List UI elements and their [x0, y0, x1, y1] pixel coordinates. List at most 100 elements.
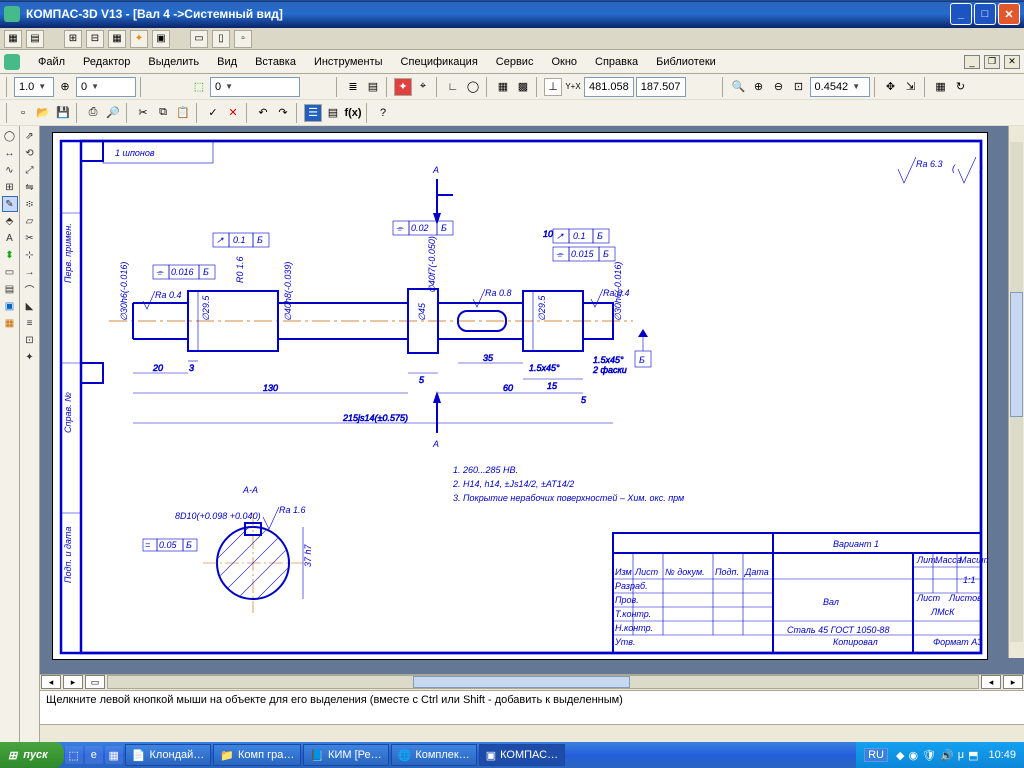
grid1-icon[interactable]: ▦: [494, 78, 512, 96]
snap2-icon[interactable]: ⌖: [414, 78, 432, 96]
zoom-in-icon[interactable]: ⊕: [750, 78, 768, 96]
mdi-restore[interactable]: ❐: [984, 55, 1000, 69]
horizontal-scrollbar[interactable]: ◂ ▸ ▭ ◂ ▸: [40, 674, 1024, 690]
tree2-icon[interactable]: ⊟: [86, 30, 104, 48]
ortho-icon[interactable]: ∟: [444, 78, 462, 96]
task-item[interactable]: 📄Клондай…: [125, 744, 212, 766]
cube-icon[interactable]: ▣: [152, 30, 170, 48]
tray-icon[interactable]: ⬒: [968, 749, 978, 762]
task-item[interactable]: 📘КИМ [Ре…: [303, 744, 388, 766]
select-icon[interactable]: ⬍: [2, 247, 18, 263]
ql-app-icon[interactable]: ▦: [105, 746, 123, 764]
step-combo[interactable]: 1.0▼: [14, 77, 54, 97]
tab-next[interactable]: ▸: [63, 675, 83, 689]
menu-spec[interactable]: Спецификация: [393, 53, 486, 71]
lang-indicator[interactable]: RU: [864, 748, 888, 762]
delete-icon[interactable]: ✕: [224, 104, 242, 122]
xy-icon[interactable]: Y+X: [564, 78, 582, 96]
pan2-icon[interactable]: ⇲: [902, 78, 920, 96]
clock[interactable]: 10:49: [988, 749, 1016, 761]
scroll-right[interactable]: ▸: [1003, 675, 1023, 689]
preview-icon[interactable]: 🔎: [104, 104, 122, 122]
pan-icon[interactable]: ✥: [882, 78, 900, 96]
maximize-button[interactable]: □: [974, 3, 996, 25]
arrange-icon[interactable]: ▫: [234, 30, 252, 48]
doc-icon[interactable]: ▤: [26, 30, 44, 48]
minimize-button[interactable]: _: [950, 3, 972, 25]
tray-icon[interactable]: ◉: [908, 749, 918, 762]
zoom-sel-icon[interactable]: ⊡: [790, 78, 808, 96]
chamfer-icon[interactable]: ◣: [22, 298, 38, 314]
equid-icon[interactable]: ≡: [22, 315, 38, 331]
layers2-icon[interactable]: ▤: [364, 78, 382, 96]
tray-icon[interactable]: 🛡: [922, 749, 936, 762]
cascade-icon[interactable]: ▭: [190, 30, 208, 48]
ql-desktop-icon[interactable]: ⬚: [65, 746, 83, 764]
menu-window[interactable]: Окно: [543, 53, 585, 71]
tray-icon[interactable]: 🔊: [940, 749, 954, 762]
cut-icon[interactable]: ✂: [134, 104, 152, 122]
zoom-combo[interactable]: 0.4542▼: [810, 77, 870, 97]
doc-system-icon[interactable]: [4, 54, 20, 70]
zoom-out-icon[interactable]: ⊖: [770, 78, 788, 96]
menu-view[interactable]: Вид: [209, 53, 245, 71]
menu-insert[interactable]: Вставка: [247, 53, 304, 71]
hatch-icon[interactable]: ⬚: [190, 78, 208, 96]
text-icon[interactable]: ⊞: [2, 179, 18, 195]
start-button[interactable]: ⊞ пуск: [0, 742, 64, 768]
task-item-active[interactable]: ▣КОМПАС…: [479, 744, 565, 766]
tab-prev[interactable]: ◂: [41, 675, 61, 689]
save-icon[interactable]: 💾: [54, 104, 72, 122]
menu-select[interactable]: Выделить: [140, 53, 207, 71]
ql-browser-icon[interactable]: e: [85, 746, 103, 764]
menu-service[interactable]: Сервис: [488, 53, 542, 71]
edit-icon[interactable]: ✎: [2, 196, 18, 212]
new-doc-icon[interactable]: ▦: [4, 30, 22, 48]
mdi-minimize[interactable]: _: [964, 55, 980, 69]
task-item[interactable]: 📁Комп гра…: [213, 744, 301, 766]
report-icon[interactable]: ▤: [2, 281, 18, 297]
geom-icon[interactable]: ◯: [2, 128, 18, 144]
drawing-canvas[interactable]: Перв. примен. Справ. № Подп. и дата 1 шп…: [40, 126, 1024, 674]
tile-icon[interactable]: ▯: [212, 30, 230, 48]
measure-icon[interactable]: A: [2, 230, 18, 246]
style-combo[interactable]: 0▼: [210, 77, 300, 97]
local-cs-icon[interactable]: ⊥: [544, 78, 562, 96]
tab-sheet[interactable]: ▭: [85, 675, 105, 689]
menu-edit[interactable]: Редактор: [75, 53, 138, 71]
assoc-icon[interactable]: ▦: [2, 315, 18, 331]
print-icon[interactable]: ⎙: [84, 104, 102, 122]
redo-icon[interactable]: ↷: [274, 104, 292, 122]
extend-icon[interactable]: →: [22, 264, 38, 280]
zoom-window-icon[interactable]: 🔍: [730, 78, 748, 96]
surface-icon[interactable]: ▣: [2, 298, 18, 314]
round-icon[interactable]: ◯: [464, 78, 482, 96]
mdi-close[interactable]: ✕: [1004, 55, 1020, 69]
scale-icon[interactable]: ⤢: [22, 162, 38, 178]
mirror-icon[interactable]: ⇋: [22, 179, 38, 195]
menu-libs[interactable]: Библиотеки: [648, 53, 724, 71]
param-icon[interactable]: ⬘: [2, 213, 18, 229]
menu-help[interactable]: Справка: [587, 53, 646, 71]
redraw-icon[interactable]: ▦: [932, 78, 950, 96]
menu-file[interactable]: Файл: [30, 53, 73, 71]
manager-icon[interactable]: ☰: [304, 104, 322, 122]
dim-icon[interactable]: ↔: [2, 145, 18, 161]
tray-icon[interactable]: ◆: [896, 749, 904, 762]
move-icon[interactable]: ⇗: [22, 128, 38, 144]
fx-icon[interactable]: f(x): [344, 104, 362, 122]
grid-icon[interactable]: ▦: [108, 30, 126, 48]
deform-icon[interactable]: ▱: [22, 213, 38, 229]
fillet-icon[interactable]: ⌒: [22, 281, 38, 297]
snap-toggle[interactable]: ✦: [394, 78, 412, 96]
whatsthis-icon[interactable]: ?: [374, 104, 392, 122]
step-plus-icon[interactable]: ⊕: [56, 78, 74, 96]
menu-tools[interactable]: Инструменты: [306, 53, 391, 71]
task-item[interactable]: 🌐Комплек…: [391, 744, 477, 766]
vertical-scrollbar[interactable]: [1008, 126, 1024, 658]
rotate-icon[interactable]: ⟲: [22, 145, 38, 161]
open-icon[interactable]: 📂: [34, 104, 52, 122]
spec-icon[interactable]: ▭: [2, 264, 18, 280]
star-icon[interactable]: ✦: [130, 30, 148, 48]
props-icon[interactable]: ✓: [204, 104, 222, 122]
